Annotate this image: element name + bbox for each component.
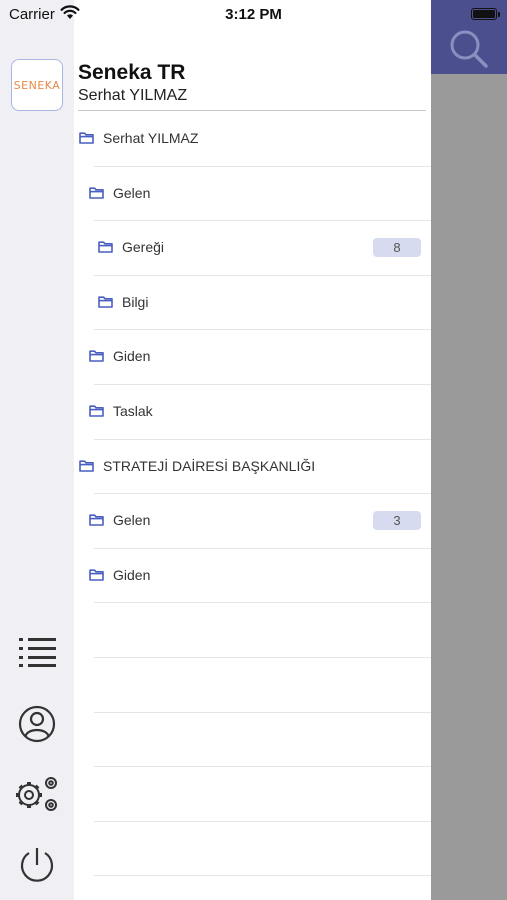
folder-label: Giden [113, 566, 151, 583]
row-divider [94, 712, 431, 713]
row-divider [94, 166, 431, 167]
folder-row[interactable]: Bilgi [74, 275, 431, 329]
row-divider [94, 275, 431, 276]
row-divider [94, 821, 431, 822]
folder-label: Gelen [113, 184, 151, 201]
clock: 3:12 PM [225, 6, 282, 23]
folder-icon [98, 295, 113, 313]
list-icon[interactable] [16, 635, 58, 669]
folder-icon [89, 349, 104, 367]
row-divider [94, 766, 431, 767]
folder-row[interactable]: Gereği 8 [74, 220, 431, 274]
settings-icon[interactable] [13, 774, 63, 814]
folder-icon [98, 240, 113, 258]
folder-icon [79, 131, 94, 149]
folder-icon [79, 459, 94, 477]
folder-icon [89, 568, 104, 586]
folder-icon [89, 404, 104, 422]
folder-row[interactable]: Giden [74, 548, 431, 602]
row-divider [94, 439, 431, 440]
user-icon[interactable] [16, 704, 58, 744]
folder-icon [89, 513, 104, 531]
folder-label: Bilgi [122, 293, 149, 310]
count-badge: 3 [373, 511, 421, 531]
folder-label: Gereği [122, 239, 165, 256]
row-divider [94, 220, 431, 221]
app-logo[interactable]: SENEKA [11, 59, 63, 111]
row-divider [94, 548, 431, 549]
row-divider [94, 875, 431, 876]
row-divider [94, 602, 431, 603]
folder-row[interactable]: Serhat YILMAZ [74, 111, 431, 165]
power-icon[interactable] [16, 845, 58, 885]
folder-label: Serhat YILMAZ [103, 130, 199, 146]
folder-row[interactable]: STRATEJİ DAİRESİ BAŞKANLIĞI [74, 439, 431, 493]
dim-overlay[interactable] [431, 0, 507, 900]
folder-label: Gelen [113, 512, 151, 529]
folder-label: STRATEJİ DAİRESİ BAŞKANLIĞI [103, 457, 316, 474]
folder-row[interactable]: Taslak [74, 384, 431, 438]
row-divider [94, 657, 431, 658]
folder-row[interactable]: Gelen [74, 166, 431, 220]
folder-row[interactable]: Giden [74, 329, 431, 383]
side-rail [0, 0, 74, 900]
battery-icon [471, 8, 497, 20]
search-icon[interactable] [448, 28, 490, 70]
folder-row[interactable]: Gelen 3 [74, 493, 431, 547]
folder-icon [89, 186, 104, 204]
folder-label: Taslak [113, 403, 153, 419]
org-name: Seneka TR [78, 61, 186, 84]
folder-label: Giden [113, 348, 151, 365]
status-bar: Carrier 3:12 PM [0, 0, 507, 30]
user-name: Serhat YILMAZ [78, 87, 188, 104]
row-divider [94, 329, 431, 330]
count-badge: 8 [373, 238, 421, 258]
logo-text: SENEKA [13, 78, 61, 92]
row-divider [94, 384, 431, 385]
row-divider [94, 493, 431, 494]
